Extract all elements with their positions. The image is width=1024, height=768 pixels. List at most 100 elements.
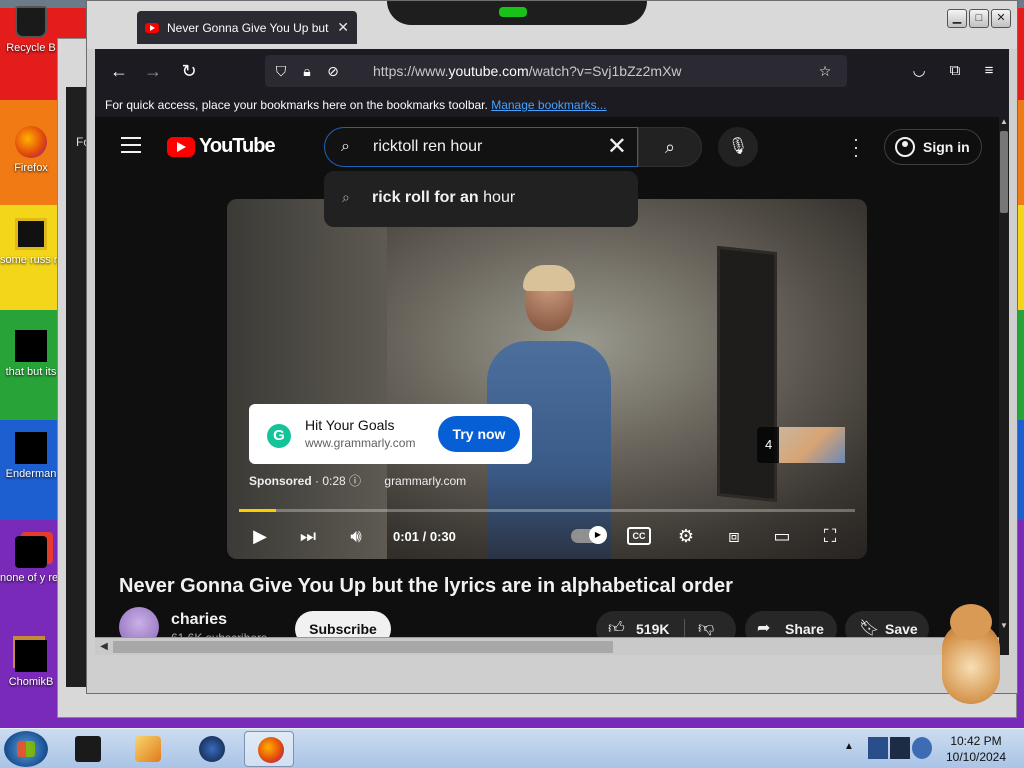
ad-cta-button[interactable]: Try now <box>438 416 520 452</box>
desktop-icon-hamster[interactable]: ChomikB <box>0 640 62 689</box>
suggestion-rest: hour <box>478 189 516 206</box>
bookmarks-hint: For quick access, place your bookmarks h… <box>105 98 488 112</box>
ad-title: Hit Your Goals <box>305 417 395 433</box>
navigation-toolbar: ← → ↻ ⛉ 🔒︎ ⊘ https://www.youtube.com/wat… <box>95 49 1009 93</box>
window-controls: ▁ □ ✕ <box>947 9 1011 28</box>
bookmark-star-icon[interactable]: ☆ <box>815 61 835 81</box>
desktop-icon-label: Recycle B <box>6 42 56 54</box>
next-icon[interactable]: ⏭ <box>295 523 321 549</box>
more-options-icon[interactable]: · · · <box>852 130 860 164</box>
horizontal-scroll-thumb[interactable] <box>113 641 613 653</box>
search-icon: ⌕ <box>664 137 676 157</box>
pocket-icon[interactable]: ◡ <box>907 59 931 83</box>
ad-domain-link[interactable]: grammarly.com <box>384 474 466 488</box>
permissions-icon[interactable]: ⊘ <box>323 61 343 81</box>
scroll-up-icon[interactable]: ▲ <box>999 117 1009 129</box>
ad-card[interactable]: G Hit Your Goals www.grammarly.com Try n… <box>249 404 532 464</box>
vertical-scrollbar[interactable]: ▲ ▼ <box>999 117 1009 655</box>
browser-tab[interactable]: Never Gonna Give You Up but t ✕ <box>137 11 357 44</box>
autoplay-toggle[interactable] <box>571 526 607 544</box>
desktop-icon-chrome[interactable]: none of y retards kn <box>0 536 62 585</box>
hamster-icon <box>15 640 47 672</box>
reload-icon[interactable]: ↻ <box>177 59 201 83</box>
desktop-icon-firefox[interactable]: Firefox <box>0 126 62 175</box>
desktop-icon-label: Enderman <box>5 468 57 480</box>
progress-fill <box>239 509 276 512</box>
browser-titlebar[interactable]: Never Gonna Give You Up but t ✕ ▁ □ ✕ <box>87 1 1017 49</box>
play-icon[interactable]: ▶ <box>247 523 273 549</box>
tray-expand-icon[interactable]: ▲ <box>844 741 854 752</box>
theater-mode-icon[interactable]: ▭ <box>769 523 795 549</box>
settings-gear-icon[interactable]: ⚙ <box>673 523 699 549</box>
search-icon: ⌕ <box>342 189 350 205</box>
fullscreen-icon[interactable]: ⛶ <box>817 523 843 549</box>
progress-bar[interactable] <box>239 509 855 512</box>
clock-date: 10/10/2024 <box>945 750 1007 764</box>
desktop-icon-file[interactable]: some russ ran a ra <box>0 218 62 267</box>
browser-window[interactable]: Never Gonna Give You Up but t ✕ ▁ □ ✕ ← … <box>86 0 1018 694</box>
clock[interactable]: 10:42 PM 10/10/2024 <box>936 733 1016 765</box>
search-button[interactable]: ⌕ <box>638 127 702 167</box>
sign-in-label: Sign in <box>923 139 970 155</box>
forward-arrow-icon[interactable]: → <box>141 59 165 83</box>
tab-close-icon[interactable]: ✕ <box>337 19 349 36</box>
miniplayer-icon[interactable]: ⧈ <box>721 523 747 549</box>
taskbar-item-globe[interactable] <box>186 731 236 767</box>
volume-tray-icon[interactable] <box>912 737 932 759</box>
desktop-hamster-pet[interactable] <box>936 604 1006 708</box>
media-player-icon <box>135 736 161 762</box>
scroll-thumb[interactable] <box>1000 131 1008 213</box>
maximize-button[interactable]: □ <box>969 9 989 28</box>
network-icon[interactable] <box>890 737 910 759</box>
menu-icon[interactable]: ≡ <box>977 59 1001 83</box>
youtube-favicon-icon <box>145 22 159 33</box>
horizontal-scrollbar[interactable]: ◀ <box>95 637 999 655</box>
voice-search-button[interactable]: 🎙︎ <box>718 127 758 167</box>
url-prefix: https://www. <box>373 63 449 79</box>
taskbar-item-media-player[interactable] <box>122 731 172 767</box>
manage-bookmarks-link[interactable]: Manage bookmarks... <box>491 98 606 112</box>
extensions-icon[interactable]: ⧉ <box>943 59 967 83</box>
youtube-play-logo-icon <box>167 136 195 157</box>
sign-in-button[interactable]: Sign in <box>884 129 982 165</box>
desktop-icon-recycle-bin[interactable]: Recycle B <box>0 6 62 55</box>
desktop-icon-folder[interactable]: that but its <box>0 330 62 379</box>
clear-search-icon[interactable]: ✕ <box>607 132 627 162</box>
tray-app-icon[interactable] <box>868 737 888 759</box>
youtube-logo[interactable]: YouTube <box>167 135 276 158</box>
search-suggestion[interactable]: ⌕ rick roll for an hour <box>324 185 638 215</box>
scroll-left-icon[interactable]: ◀ <box>97 640 111 654</box>
search-icon: ⌕ <box>341 138 350 155</box>
shield-icon[interactable]: ⛉ <box>271 61 291 81</box>
taskbar: ▲ 10:42 PM 10/10/2024 <box>0 728 1024 768</box>
close-window-button[interactable]: ✕ <box>991 9 1011 28</box>
desktop-icon-program[interactable]: Enderman <box>0 432 62 481</box>
suggestion-text: rick roll for an hour <box>372 189 515 207</box>
account-icon <box>895 137 915 157</box>
taskbar-item-explorer[interactable] <box>62 731 112 767</box>
search-input[interactable] <box>373 136 593 158</box>
desktop-icon-label: Firefox <box>14 162 48 174</box>
channel-name[interactable]: charies <box>171 611 227 629</box>
green-light-icon <box>499 7 527 17</box>
url-bar[interactable]: ⛉ 🔒︎ ⊘ https://www.youtube.com/watch?v=S… <box>265 55 847 87</box>
start-button[interactable] <box>4 731 48 767</box>
folder-icon <box>15 330 47 362</box>
endcard-thumbnail[interactable]: 4 <box>757 427 845 463</box>
back-arrow-icon[interactable]: ← <box>107 59 131 83</box>
hamburger-menu-icon[interactable] <box>121 137 141 153</box>
lock-icon[interactable]: 🔒︎ <box>297 61 317 81</box>
search-box[interactable]: ⌕ ✕ <box>324 127 638 167</box>
suggestion-bold: rick roll for an <box>372 189 479 206</box>
recycle-bin-icon <box>15 6 47 38</box>
file-icon <box>15 218 47 250</box>
taskbar-item-firefox[interactable] <box>244 731 294 767</box>
volume-icon[interactable]: 🔊︎ <box>343 523 369 549</box>
url-text: https://www.youtube.com/watch?v=Svj1bZz2… <box>373 63 682 79</box>
captions-button[interactable]: CC <box>627 527 651 545</box>
program-icon <box>15 432 47 464</box>
minimize-button[interactable]: ▁ <box>947 9 967 28</box>
url-host: youtube.com <box>448 63 529 79</box>
video-player[interactable]: G Hit Your Goals www.grammarly.com Try n… <box>227 199 867 559</box>
globe-icon <box>199 736 225 762</box>
